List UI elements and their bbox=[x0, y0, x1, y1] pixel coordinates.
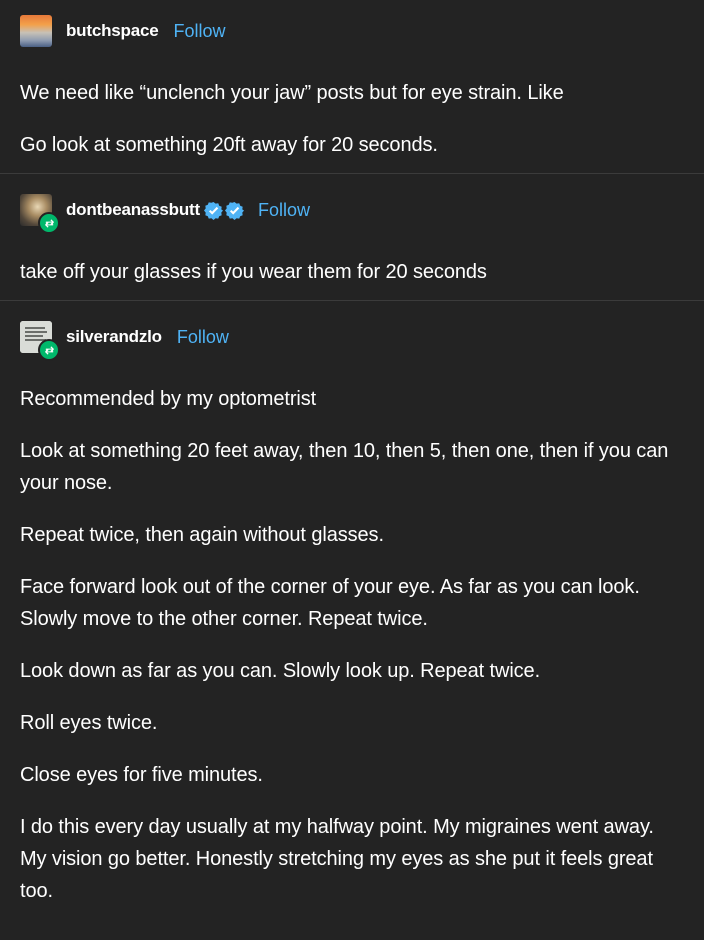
username[interactable]: dontbeanassbutt bbox=[66, 200, 200, 220]
post-paragraph: Go look at something 20ft away for 20 se… bbox=[20, 134, 438, 156]
post-dontbeanassbutt: dontbeanassbutt Follow take off your gla… bbox=[0, 173, 704, 300]
username[interactable]: butchspace bbox=[66, 21, 159, 41]
post-paragraph: Face forward look out of the corner of y… bbox=[20, 576, 640, 630]
post-header: butchspace Follow bbox=[20, 15, 684, 47]
follow-button[interactable]: Follow bbox=[177, 327, 229, 348]
username[interactable]: silverandzlo bbox=[66, 327, 162, 347]
post-paragraph: Look down as far as you can. Slowly look… bbox=[20, 660, 541, 682]
butchspace-avatar[interactable] bbox=[20, 15, 52, 47]
follow-button[interactable]: Follow bbox=[173, 21, 225, 42]
reblog-icon bbox=[38, 212, 60, 234]
post-header: dontbeanassbutt Follow bbox=[20, 194, 684, 234]
post-body: We need like “unclench your jaw” posts b… bbox=[20, 77, 684, 161]
post-butchspace: butchspace Follow We need like “unclench… bbox=[0, 0, 704, 173]
post-paragraph: Look at something 20 feet away, then 10,… bbox=[20, 440, 669, 494]
silverandzlo-avatar[interactable] bbox=[20, 321, 60, 361]
reblog-icon bbox=[38, 339, 60, 361]
post-body: take off your glasses if you wear them f… bbox=[20, 256, 684, 288]
dontbeanassbutt-avatar[interactable] bbox=[20, 194, 60, 234]
post-paragraph: We need like “unclench your jaw” posts b… bbox=[20, 82, 564, 104]
post-silverandzlo: silverandzlo Follow Recommended by my op… bbox=[0, 300, 704, 907]
post-paragraph: I do this every day usually at my halfwa… bbox=[20, 816, 654, 902]
verified-badge-icon bbox=[203, 201, 223, 220]
post-header: silverandzlo Follow bbox=[20, 321, 684, 361]
post-paragraph: Roll eyes twice. bbox=[20, 712, 158, 734]
follow-button[interactable]: Follow bbox=[258, 200, 310, 221]
verified-badge-icon bbox=[224, 201, 244, 220]
post-paragraph: Recommended by my optometrist bbox=[20, 388, 317, 410]
post-paragraph: Close eyes for five minutes. bbox=[20, 764, 263, 786]
post-paragraph: take off your glasses if you wear them f… bbox=[20, 261, 487, 283]
post-body: Recommended by my optometrist Look at so… bbox=[20, 383, 684, 907]
post-paragraph: Repeat twice, then again without glasses… bbox=[20, 524, 384, 546]
